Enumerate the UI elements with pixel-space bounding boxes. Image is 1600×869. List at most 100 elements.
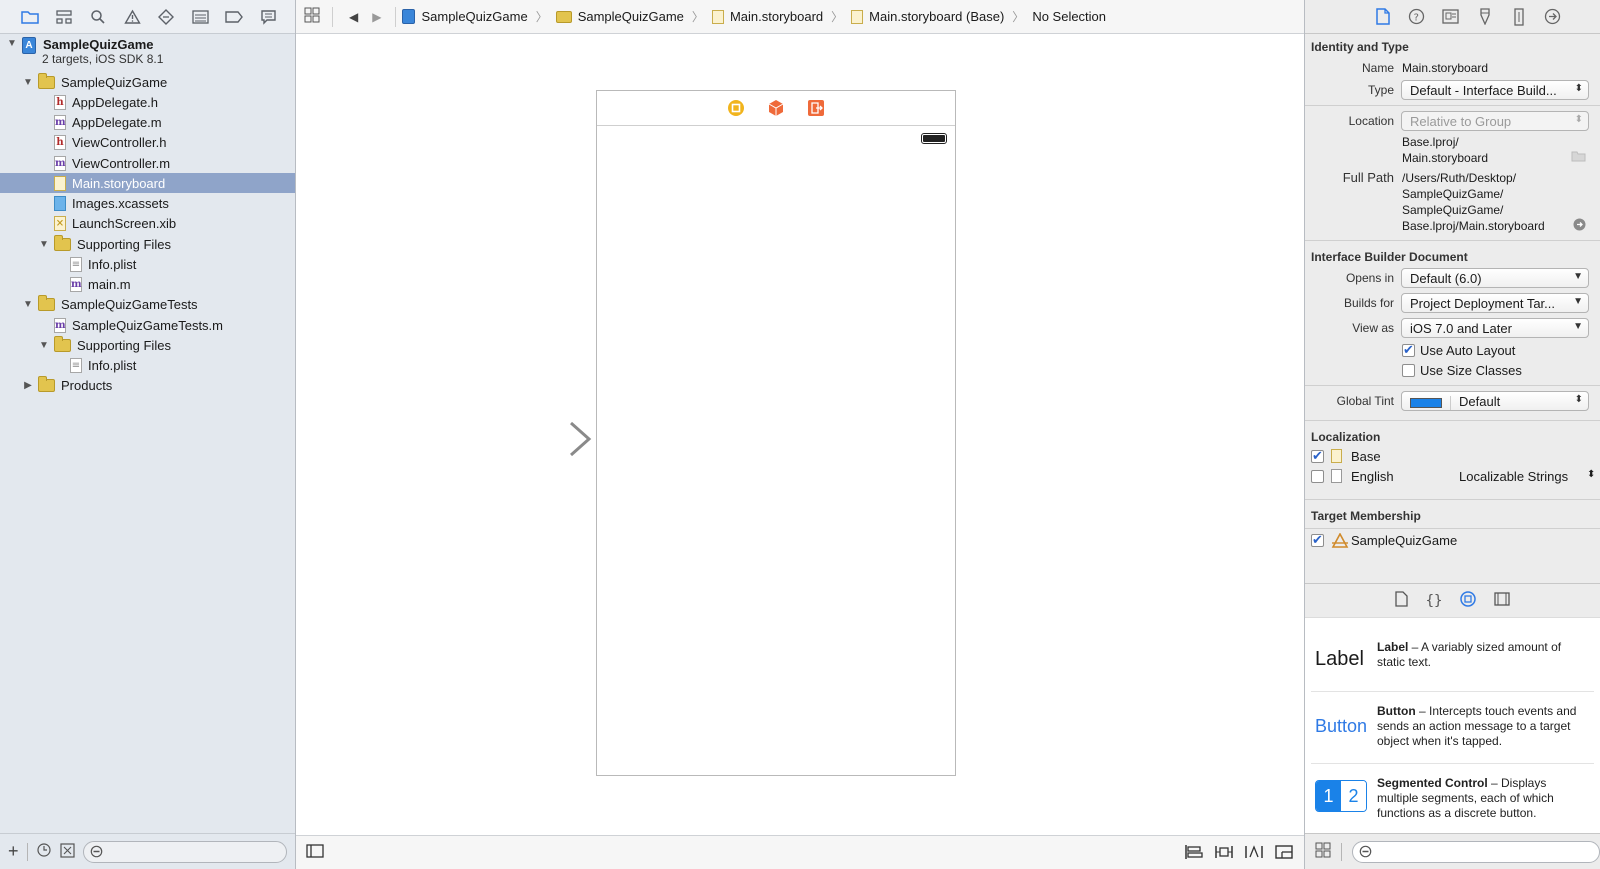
- file-template-library-icon[interactable]: [1394, 591, 1408, 610]
- file-row[interactable]: × LaunchScreen.xib: [0, 214, 295, 234]
- size-inspector-icon[interactable]: [1509, 7, 1529, 27]
- search-icon[interactable]: [86, 5, 110, 29]
- global-tint-popup[interactable]: Default ⬍: [1401, 391, 1589, 411]
- segment-one: 1: [1316, 781, 1341, 811]
- code-snippet-library-icon[interactable]: {}: [1426, 593, 1443, 609]
- english-type-popup[interactable]: Localizable Strings: [1459, 469, 1568, 484]
- storyboard-editor: ◀ ▶ SampleQuizGame 〉 SampleQuizGame 〉 Ma…: [296, 0, 1304, 869]
- base-checkbox[interactable]: [1311, 448, 1324, 464]
- tree-item-label: LaunchScreen.xib: [72, 216, 177, 232]
- breadcrumb-separator-icon: 〉: [831, 10, 844, 24]
- button-preview: Button: [1315, 716, 1368, 736]
- updown-arrows-icon[interactable]: ⬍: [1587, 469, 1595, 480]
- report-icon[interactable]: [256, 5, 280, 29]
- file-row[interactable]: m ViewController.m: [0, 153, 295, 173]
- initial-view-controller-arrow-icon[interactable]: [481, 419, 593, 459]
- reveal-in-finder-icon[interactable]: [1573, 218, 1586, 231]
- media-library-icon[interactable]: [1494, 592, 1511, 609]
- file-row[interactable]: h AppDelegate.h: [0, 92, 295, 112]
- name-property: Name Main.storyboard: [1305, 57, 1600, 79]
- type-popup[interactable]: Default - Interface Build... ⬍: [1401, 80, 1589, 100]
- library-item-segmented-control[interactable]: 1 2 Segmented Control – Displays multipl…: [1311, 764, 1594, 830]
- exit-icon[interactable]: [807, 99, 825, 117]
- file-inspector-icon[interactable]: [1373, 7, 1393, 27]
- breadcrumb-project[interactable]: SampleQuizGame: [402, 9, 528, 24]
- object-library-icon[interactable]: [1460, 591, 1477, 610]
- use-auto-layout-checkbox[interactable]: [1402, 342, 1415, 358]
- hierarchy-icon[interactable]: [52, 5, 76, 29]
- breakpoint-icon[interactable]: [222, 5, 246, 29]
- disclosure-open-icon[interactable]: ▼: [22, 299, 34, 311]
- navigator-filter-field[interactable]: [82, 840, 287, 863]
- file-row[interactable]: ≡ Info.plist: [0, 254, 295, 274]
- breadcrumb-group[interactable]: SampleQuizGame: [555, 9, 684, 24]
- xcode-project-icon: A: [22, 37, 36, 54]
- library-filter-field[interactable]: [1352, 840, 1600, 863]
- recent-files-icon[interactable]: [36, 842, 52, 861]
- name-value[interactable]: Main.storyboard: [1402, 61, 1488, 75]
- view-as-popup[interactable]: iOS 7.0 and Later ▼: [1401, 318, 1589, 338]
- disclosure-open-icon[interactable]: ▼: [22, 76, 34, 88]
- disclosure-closed-icon[interactable]: ▶: [22, 380, 34, 392]
- header-file-icon: h: [54, 94, 66, 110]
- first-responder-icon[interactable]: [767, 99, 785, 117]
- storyboard-file-icon: [54, 175, 66, 191]
- opens-in-label: Opens in: [1345, 271, 1394, 285]
- warning-icon[interactable]: [120, 5, 144, 29]
- resizing-behavior-icon[interactable]: [1274, 842, 1294, 862]
- group-row[interactable]: ▼ SampleQuizGameTests: [0, 295, 295, 315]
- file-row[interactable]: Images.xcassets: [0, 194, 295, 214]
- grid-view-icon[interactable]: [1315, 842, 1331, 861]
- forward-arrow-icon[interactable]: ▶: [372, 10, 381, 24]
- storyboard-canvas[interactable]: [296, 35, 1304, 835]
- view-controller-icon[interactable]: [727, 99, 745, 117]
- group-row[interactable]: ▼ Supporting Files: [0, 335, 295, 355]
- file-row[interactable]: m SampleQuizGameTests.m: [0, 315, 295, 335]
- builds-for-popup[interactable]: Project Deployment Tar... ▼: [1401, 293, 1589, 313]
- breadcrumb-localization[interactable]: Main.storyboard (Base): [851, 9, 1004, 24]
- attributes-inspector-icon[interactable]: [1475, 7, 1495, 27]
- folder-icon[interactable]: [18, 5, 42, 29]
- group-row[interactable]: ▼ SampleQuizGame: [0, 72, 295, 92]
- file-row[interactable]: m main.m: [0, 275, 295, 295]
- view-controller-scene[interactable]: [596, 90, 956, 776]
- related-items-icon[interactable]: [304, 7, 320, 26]
- choose-folder-icon[interactable]: [1571, 150, 1586, 162]
- align-icon[interactable]: [1184, 842, 1204, 862]
- breadcrumb-selection[interactable]: No Selection: [1032, 9, 1106, 24]
- global-tint-property: Global Tint Default ⬍: [1305, 390, 1600, 414]
- disclosure-open-icon[interactable]: ▼: [6, 37, 18, 49]
- add-icon[interactable]: +: [8, 841, 19, 862]
- english-checkbox[interactable]: [1311, 470, 1324, 483]
- test-diamond-icon[interactable]: [154, 5, 178, 29]
- opens-in-popup[interactable]: Default (6.0) ▼: [1401, 268, 1589, 288]
- location-popup[interactable]: Relative to Group ⬍: [1401, 111, 1589, 131]
- inspector-tabs: ?: [1305, 0, 1600, 34]
- project-row[interactable]: ▼ A SampleQuizGame 2 targets, iOS SDK 8.…: [0, 36, 295, 68]
- quick-help-icon[interactable]: ?: [1407, 7, 1427, 27]
- disclosure-open-icon[interactable]: ▼: [38, 339, 50, 351]
- tint-color-swatch: [1410, 397, 1442, 408]
- back-arrow-icon[interactable]: ◀: [349, 10, 358, 24]
- base-label: Base: [1351, 449, 1381, 464]
- library-item-label[interactable]: Label Label – A variably sized amount of…: [1311, 626, 1594, 692]
- file-row[interactable]: m AppDelegate.m: [0, 113, 295, 133]
- file-row[interactable]: ≡ Info.plist: [0, 356, 295, 376]
- show-document-outline-icon[interactable]: [306, 844, 324, 861]
- debug-list-icon[interactable]: [188, 5, 212, 29]
- resolve-auto-layout-icon[interactable]: [1244, 842, 1264, 862]
- source-control-filter-icon[interactable]: [59, 842, 75, 861]
- breadcrumb-file[interactable]: Main.storyboard: [711, 9, 823, 24]
- connections-inspector-icon[interactable]: [1543, 7, 1563, 27]
- file-row[interactable]: h ViewController.h: [0, 133, 295, 153]
- group-row[interactable]: ▼ Supporting Files: [0, 234, 295, 254]
- library-item-button[interactable]: Button Button – Intercepts touch events …: [1311, 692, 1594, 764]
- disclosure-open-icon[interactable]: ▼: [38, 238, 50, 250]
- pin-icon[interactable]: [1214, 842, 1234, 862]
- file-row[interactable]: Main.storyboard: [0, 173, 295, 194]
- target-checkbox[interactable]: [1311, 532, 1324, 548]
- identity-inspector-icon[interactable]: [1441, 7, 1461, 27]
- group-row[interactable]: ▶ Products: [0, 376, 295, 396]
- localization-english-row: English Localizable Strings ⬍: [1305, 467, 1600, 487]
- use-size-classes-checkbox[interactable]: [1402, 364, 1415, 377]
